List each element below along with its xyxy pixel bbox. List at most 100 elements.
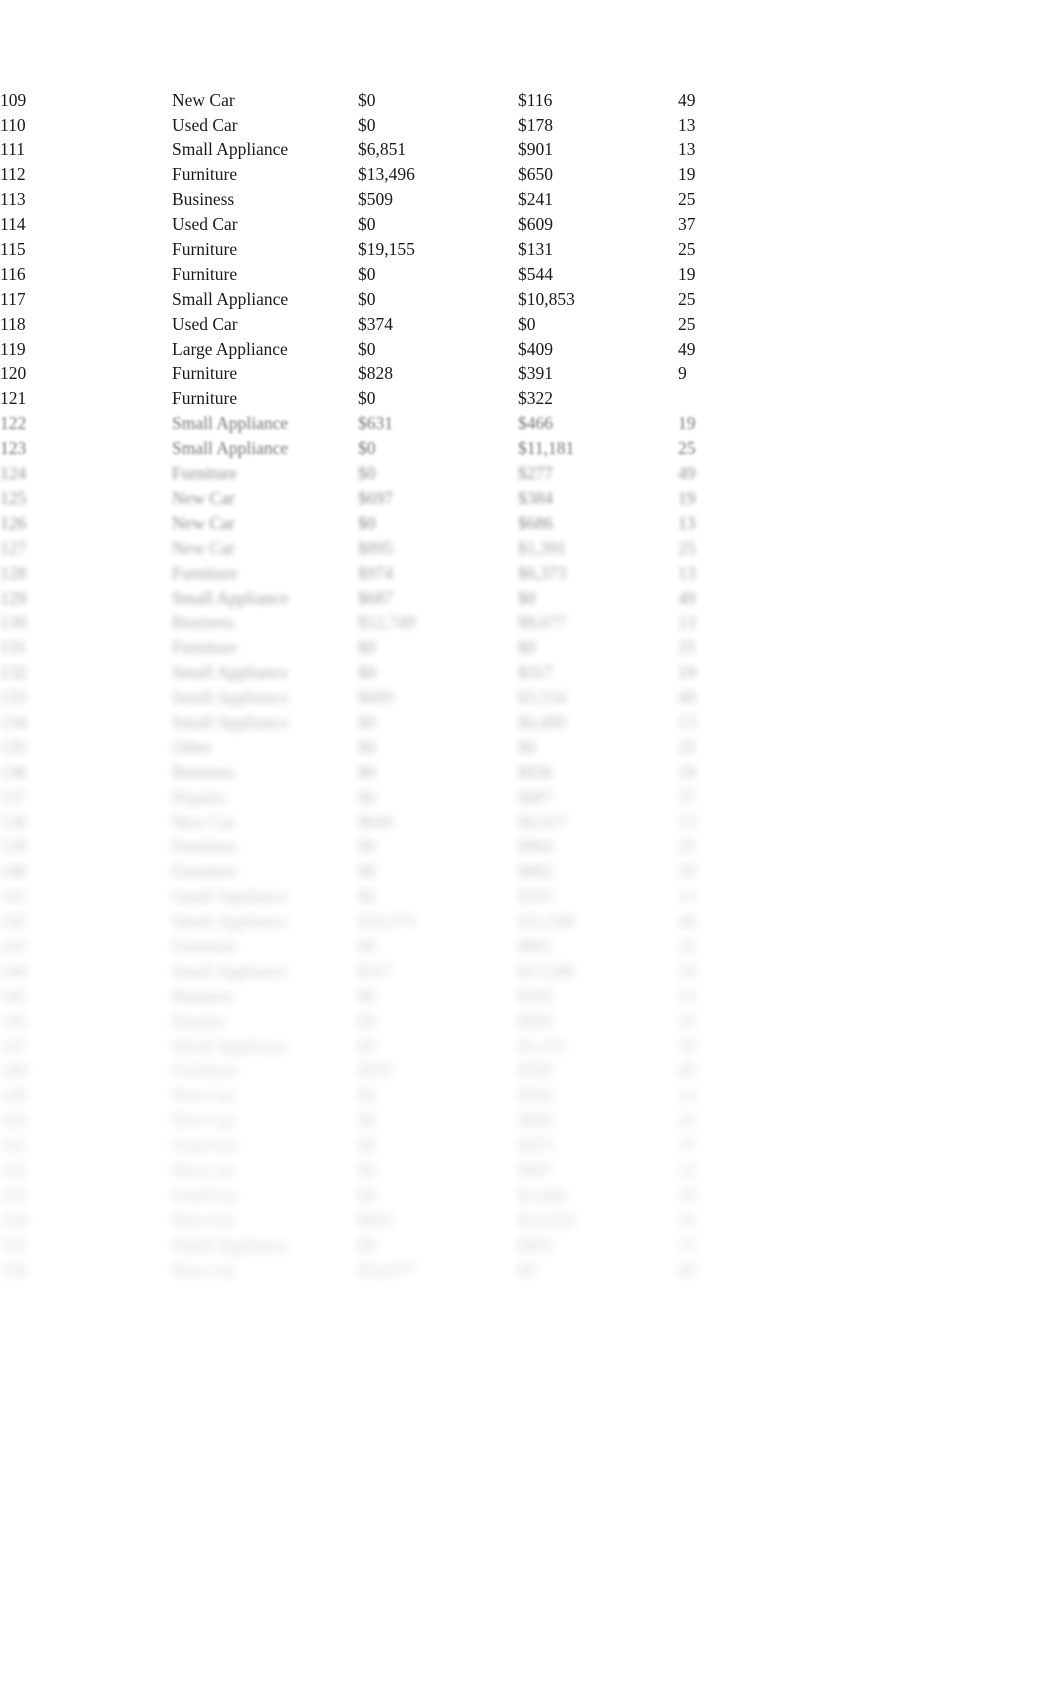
cell-category[interactable]: Business xyxy=(172,188,358,213)
cell-amount-1[interactable]: $935 xyxy=(358,1059,444,1084)
cell-row-number[interactable]: 126 xyxy=(0,511,172,536)
cell-amount-1[interactable]: $0 xyxy=(358,113,444,138)
cell-amount-1[interactable]: $0 xyxy=(358,934,444,959)
cell-category[interactable]: Furniture xyxy=(172,362,358,387)
cell-category[interactable]: Small Appliance xyxy=(172,959,358,984)
table-row[interactable]: 112 Furniture $13,496 $650 19 xyxy=(0,163,1062,188)
table-row[interactable]: 121 Furniture $0 $322 xyxy=(0,387,1062,412)
cell-amount-2[interactable]: $901 xyxy=(518,138,678,163)
cell-amount-1[interactable]: $0 xyxy=(358,760,444,785)
table-row[interactable]: 135 Other $0 $0 25 xyxy=(0,735,1062,760)
cell-category[interactable]: New Car xyxy=(172,1084,358,1109)
cell-row-number[interactable]: 119 xyxy=(0,337,172,362)
cell-category[interactable]: Small Appliance xyxy=(172,412,358,437)
cell-row-number[interactable]: 114 xyxy=(0,212,172,237)
cell-row-number[interactable]: 129 xyxy=(0,586,172,611)
cell-category[interactable]: Small Appliance xyxy=(172,138,358,163)
cell-row-number[interactable]: 145 xyxy=(0,984,172,1009)
cell-row-number[interactable]: 147 xyxy=(0,1034,172,1059)
table-row[interactable]: 138 New Car $849 $6,617 13 xyxy=(0,810,1062,835)
cell-count[interactable]: 37 xyxy=(678,785,872,810)
cell-amount-1[interactable]: $0 xyxy=(358,885,444,910)
cell-amount-2[interactable]: $277 xyxy=(518,461,678,486)
cell-category[interactable]: Small Appliance xyxy=(172,710,358,735)
cell-row-number[interactable]: 130 xyxy=(0,611,172,636)
cell-amount-2[interactable]: $384 xyxy=(518,486,678,511)
cell-category[interactable]: Small Appliance xyxy=(172,660,358,685)
cell-amount-1[interactable]: $895 xyxy=(358,536,444,561)
cell-amount-2[interactable]: $1,391 xyxy=(518,536,678,561)
cell-count[interactable]: 13 xyxy=(678,561,872,586)
cell-row-number[interactable]: 123 xyxy=(0,436,172,461)
cell-amount-1[interactable]: $0 xyxy=(358,511,444,536)
cell-row-number[interactable]: 120 xyxy=(0,362,172,387)
cell-count[interactable] xyxy=(678,387,872,412)
cell-row-number[interactable]: 110 xyxy=(0,113,172,138)
cell-category[interactable]: Used Car xyxy=(172,212,358,237)
cell-amount-2[interactable]: $409 xyxy=(518,337,678,362)
cell-row-number[interactable]: 112 xyxy=(0,163,172,188)
cell-amount-2[interactable]: $936 xyxy=(518,760,678,785)
table-row[interactable]: 151 Used Car $0 $473 37 xyxy=(0,1133,1062,1158)
table-row[interactable]: 129 Small Appliance $687 $0 49 xyxy=(0,586,1062,611)
cell-amount-2[interactable]: $12,254 xyxy=(518,1208,678,1233)
table-row[interactable]: 145 Business $0 $282 13 xyxy=(0,984,1062,1009)
cell-amount-2[interactable]: $881 xyxy=(518,934,678,959)
cell-amount-2[interactable]: $887 xyxy=(518,785,678,810)
cell-amount-1[interactable]: $10,373 xyxy=(358,909,444,934)
cell-amount-2[interactable]: $690 xyxy=(518,1109,678,1134)
cell-count[interactable]: 25 xyxy=(678,934,872,959)
cell-count[interactable]: 37 xyxy=(678,1133,872,1158)
cell-count[interactable]: 19 xyxy=(678,163,872,188)
table-row[interactable]: 109 New Car $0 $116 49 xyxy=(0,88,1062,113)
cell-amount-2[interactable]: $282 xyxy=(518,984,678,1009)
cell-row-number[interactable]: 142 xyxy=(0,909,172,934)
cell-count[interactable]: 13 xyxy=(678,113,872,138)
cell-count[interactable]: 13 xyxy=(678,611,872,636)
table-row[interactable]: 142 Small Appliance $10,373 $11,568 49 xyxy=(0,909,1062,934)
cell-amount-1[interactable]: $0 xyxy=(358,1133,444,1158)
cell-category[interactable]: Furniture xyxy=(172,835,358,860)
table-row[interactable]: 147 Small Appliance $0 $1,251 19 xyxy=(0,1034,1062,1059)
cell-category[interactable]: Used Car xyxy=(172,312,358,337)
cell-row-number[interactable]: 153 xyxy=(0,1183,172,1208)
cell-category[interactable]: Used Car xyxy=(172,1133,358,1158)
cell-amount-2[interactable]: $317 xyxy=(518,660,678,685)
table-row[interactable]: 120 Furniture $828 $391 9 xyxy=(0,362,1062,387)
cell-amount-1[interactable]: $509 xyxy=(358,188,444,213)
table-row[interactable]: 130 Business $12,749 $8,677 13 xyxy=(0,611,1062,636)
cell-amount-2[interactable]: $544 xyxy=(518,262,678,287)
cell-amount-2[interactable]: $8,677 xyxy=(518,611,678,636)
cell-category[interactable]: New Car xyxy=(172,1258,358,1283)
cell-row-number[interactable]: 124 xyxy=(0,461,172,486)
loan-data-table[interactable]: 109 New Car $0 $116 49 110 Used Car $0 $178 13 111… xyxy=(0,88,1062,1283)
cell-amount-1[interactable]: $0 xyxy=(358,636,444,661)
cell-amount-1[interactable]: $0 xyxy=(358,88,444,113)
cell-category[interactable]: Large Appliance xyxy=(172,337,358,362)
cell-row-number[interactable]: 109 xyxy=(0,88,172,113)
cell-category[interactable]: Furniture xyxy=(172,461,358,486)
cell-count[interactable]: 49 xyxy=(678,88,872,113)
cell-amount-2[interactable]: $6,617 xyxy=(518,810,678,835)
table-row[interactable]: 140 Furniture $0 $802 19 xyxy=(0,860,1062,885)
table-row[interactable]: 144 Small Appliance $317 $13,506 19 xyxy=(0,959,1062,984)
cell-row-number[interactable]: 143 xyxy=(0,934,172,959)
table-row[interactable]: 137 Repairs $0 $887 37 xyxy=(0,785,1062,810)
cell-amount-2[interactable]: $686 xyxy=(518,511,678,536)
cell-count[interactable]: 9 xyxy=(678,362,872,387)
cell-amount-2[interactable]: $0 xyxy=(518,735,678,760)
cell-count[interactable]: 25 xyxy=(678,312,872,337)
cell-category[interactable]: Furniture xyxy=(172,387,358,412)
table-row[interactable]: 139 Furniture $0 $964 25 xyxy=(0,835,1062,860)
cell-row-number[interactable]: 139 xyxy=(0,835,172,860)
cell-count[interactable]: 49 xyxy=(678,909,872,934)
cell-row-number[interactable]: 117 xyxy=(0,287,172,312)
cell-category[interactable]: Furniture xyxy=(172,237,358,262)
cell-amount-2[interactable]: $13,506 xyxy=(518,959,678,984)
cell-amount-2[interactable]: $10,853 xyxy=(518,287,678,312)
cell-count[interactable]: 13 xyxy=(678,1084,872,1109)
table-row[interactable]: 149 New Car $0 $566 13 xyxy=(0,1084,1062,1109)
cell-amount-2[interactable]: $0 xyxy=(518,636,678,661)
cell-category[interactable]: Small Appliance xyxy=(172,436,358,461)
cell-amount-1[interactable]: $687 xyxy=(358,586,444,611)
